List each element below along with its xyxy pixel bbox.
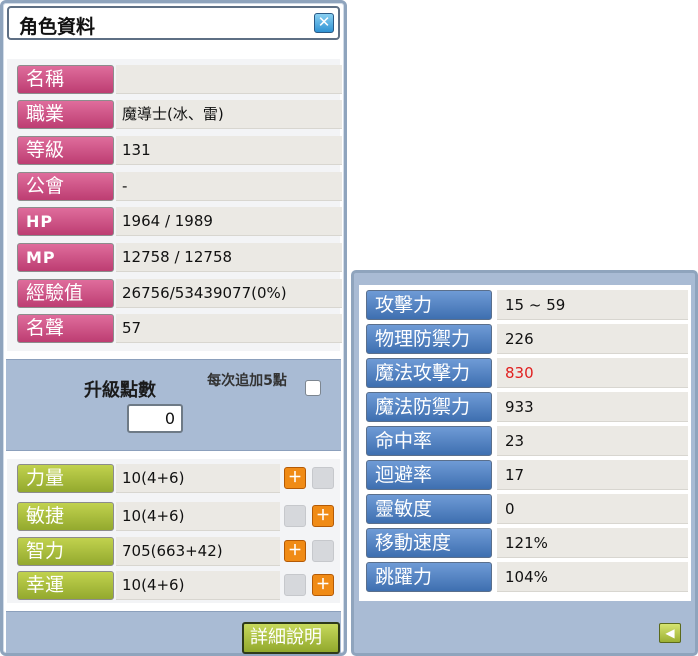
job-label: 職業 (17, 100, 114, 129)
ability-points-field: 0 (127, 404, 183, 433)
avoid-value: 17 (497, 460, 688, 490)
luk-add-button[interactable]: ＋ (312, 574, 334, 596)
base-stats-section: 力量 10(4+6) ＋ 敏捷 10(4+6) ＋ 智力 705(663+42)… (7, 459, 340, 603)
ability-points-label: 升級點數 (84, 380, 156, 401)
profile-row-level: 等級 131 (17, 136, 343, 165)
attack-label: 攻擊力 (366, 290, 492, 320)
magic-def-value: 933 (497, 392, 688, 422)
jump-label: 跳躍力 (366, 562, 492, 592)
name-value (116, 65, 342, 94)
int-label: 智力 (17, 537, 114, 566)
profile-row-fame: 名聲 57 (17, 314, 343, 343)
str-add-slot (312, 467, 334, 489)
guild-value: - (116, 172, 342, 201)
detail-row-jump: 跳躍力 104% (366, 562, 688, 592)
profile-row-exp: 經驗值 26756/53439077(0%) (17, 279, 343, 308)
str-value: 10(4+6) (116, 464, 280, 493)
exp-value: 26756/53439077(0%) (116, 279, 342, 308)
close-icon[interactable]: ✕ (314, 13, 334, 33)
int-add-button[interactable]: ＋ (284, 540, 306, 562)
accuracy-value: 23 (497, 426, 688, 456)
magic-attack-value: 830 (497, 358, 688, 388)
level-label: 等級 (17, 136, 114, 165)
profile-section: 名稱 職業 魔導士(冰、雷) 等級 131 公會 - HP 1964 / 198… (7, 59, 343, 351)
hp-value: 1964 / 1989 (116, 207, 342, 236)
weapon-def-value: 226 (497, 324, 688, 354)
hands-label: 靈敏度 (366, 494, 492, 524)
character-info-window: 角色資料 ✕ 名稱 職業 魔導士(冰、雷) 等級 131 公會 - HP 196… (0, 0, 347, 656)
exp-label: 經驗值 (17, 279, 114, 308)
add-five-label: 每次追加5點 (207, 373, 287, 389)
detail-row-attack: 攻擊力 15 ~ 59 (366, 290, 688, 320)
attack-value: 15 ~ 59 (497, 290, 688, 320)
luk-add-slot (284, 574, 306, 596)
dex-value: 10(4+6) (116, 502, 280, 531)
profile-row-job: 職業 魔導士(冰、雷) (17, 100, 343, 129)
str-add-button[interactable]: ＋ (284, 467, 306, 489)
detail-row-accuracy: 命中率 23 (366, 426, 688, 456)
hp-label: HP (17, 207, 114, 236)
detail-button[interactable]: 詳細說明 (242, 622, 340, 654)
detail-stats-window: 攻擊力 15 ~ 59 物理防禦力 226 魔法攻擊力 830 魔法防禦力 93… (351, 270, 698, 656)
fame-value: 57 (116, 314, 342, 343)
detail-row-speed: 移動速度 121% (366, 528, 688, 558)
mp-label: MP (17, 243, 114, 272)
speed-value: 121% (497, 528, 688, 558)
detail-row-matk: 魔法攻擊力 830 (366, 358, 688, 388)
dex-label: 敏捷 (17, 502, 114, 531)
jump-value: 104% (497, 562, 688, 592)
fame-label: 名聲 (17, 314, 114, 343)
detail-row-wdef: 物理防禦力 226 (366, 324, 688, 354)
bottom-bar: 詳細說明 (6, 611, 341, 654)
ability-points-section: 升級點數 0 每次追加5點 (6, 359, 341, 451)
weapon-def-label: 物理防禦力 (366, 324, 492, 354)
detail-stats-section: 攻擊力 15 ~ 59 物理防禦力 226 魔法攻擊力 830 魔法防禦力 93… (359, 285, 691, 601)
profile-row-name: 名稱 (17, 65, 343, 94)
hands-value: 0 (497, 494, 688, 524)
detail-row-hands: 靈敏度 0 (366, 494, 688, 524)
stat-row-luk: 幸運 10(4+6) ＋ (17, 571, 343, 600)
luk-label: 幸運 (17, 571, 114, 600)
stat-row-dex: 敏捷 10(4+6) ＋ (17, 502, 343, 531)
avoid-label: 迴避率 (366, 460, 492, 490)
magic-attack-label: 魔法攻擊力 (366, 358, 492, 388)
name-label: 名稱 (17, 65, 114, 94)
window-title: 角色資料 (19, 16, 96, 38)
profile-row-hp: HP 1964 / 1989 (17, 207, 343, 236)
stat-row-str: 力量 10(4+6) ＋ (17, 464, 343, 493)
add-five-checkbox[interactable] (305, 380, 321, 396)
arrow-left-icon[interactable]: ◀ (659, 623, 681, 643)
int-add-slot (312, 540, 334, 562)
detail-row-mdef: 魔法防禦力 933 (366, 392, 688, 422)
accuracy-label: 命中率 (366, 426, 492, 456)
title-bar[interactable]: 角色資料 ✕ (7, 6, 340, 40)
speed-label: 移動速度 (366, 528, 492, 558)
dex-add-button[interactable]: ＋ (312, 505, 334, 527)
mp-value: 12758 / 12758 (116, 243, 342, 272)
profile-row-mp: MP 12758 / 12758 (17, 243, 343, 272)
str-label: 力量 (17, 464, 114, 493)
luk-value: 10(4+6) (116, 571, 280, 600)
dex-add-slot (284, 505, 306, 527)
guild-label: 公會 (17, 172, 114, 201)
magic-def-label: 魔法防禦力 (366, 392, 492, 422)
stat-row-int: 智力 705(663+42) ＋ (17, 537, 343, 566)
level-value: 131 (116, 136, 342, 165)
job-value: 魔導士(冰、雷) (116, 100, 342, 129)
int-value: 705(663+42) (116, 537, 280, 566)
detail-row-avoid: 迴避率 17 (366, 460, 688, 490)
profile-row-guild: 公會 - (17, 172, 343, 201)
